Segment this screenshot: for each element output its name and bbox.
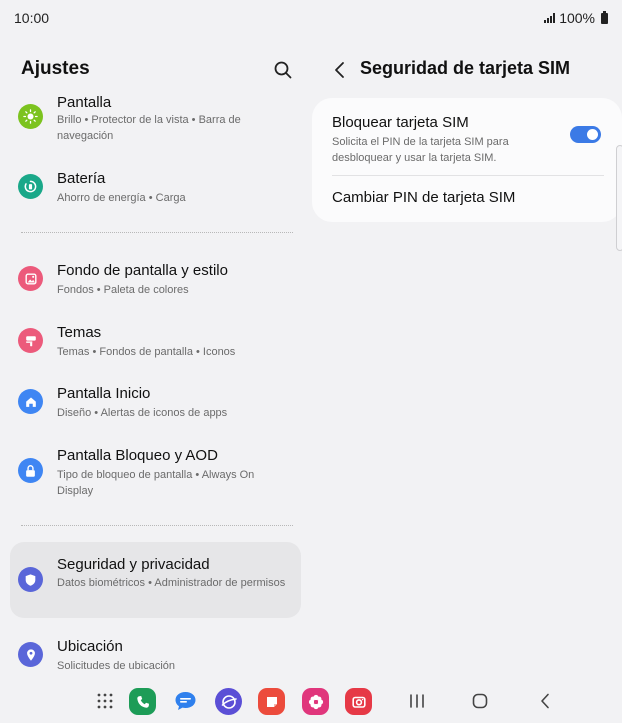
notes-app-icon[interactable] [258,688,285,715]
camera-app-icon[interactable] [345,688,372,715]
settings-item-title: Seguridad y privacidad [57,556,210,573]
settings-item-subtitle: Brillo • Protector de la vista • Barra d… [57,114,241,142]
settings-item-subtitle: Solicitudes de ubicación [57,660,176,672]
recents-icon [410,694,424,708]
settings-item-title: Pantalla Inicio [57,385,151,402]
gallery-app-icon[interactable] [302,688,329,715]
section-divider [21,525,293,526]
sun-icon [18,104,43,129]
internet-app-icon[interactable] [215,688,242,715]
settings-item-home-screen[interactable]: Pantalla Inicio Diseño • Alertas de icon… [10,379,301,423]
page-title: Seguridad de tarjeta SIM [360,58,571,78]
lock-icon [18,458,43,483]
home-icon [18,389,43,414]
battery-percentage: 100% [559,10,595,26]
battery-status-icon [601,10,608,24]
settings-item-battery[interactable]: Batería Ahorro de energía • Carga [10,164,301,208]
location-icon [18,642,43,667]
lock-sim-description: Solicita el PIN de la tarjeta SIM para d… [332,136,509,164]
section-divider [21,232,293,233]
settings-item-title: Batería [57,170,106,187]
settings-item-display[interactable]: Pantalla Brillo • Protector de la vista … [10,92,301,152]
messages-app-icon[interactable] [172,688,199,715]
recent-apps-button[interactable] [406,691,428,711]
sim-security-pane: Seguridad de tarjeta SIM Bloquear tarjet… [312,36,622,676]
status-indicators: 100% [544,10,608,26]
settings-item-title: Pantalla [57,94,112,111]
edge-panel-handle[interactable] [616,145,622,251]
shield-icon [18,567,43,592]
app-drawer-button[interactable] [96,692,114,710]
settings-item-location[interactable]: Ubicación Solicitudes de ubicación [10,632,301,676]
status-bar: 10:00 100% [0,0,622,36]
lock-sim-toggle[interactable] [570,126,601,143]
nav-back-button[interactable] [534,691,556,711]
search-button[interactable] [270,57,296,83]
settings-item-subtitle: Temas • Fondos de pantalla • Iconos [57,346,236,358]
brush-icon [18,328,43,353]
sim-settings-card: Bloquear tarjeta SIM Solicita el PIN de … [312,98,622,222]
settings-item-title: Ubicación [57,638,123,655]
taskbar [0,680,622,723]
search-icon [274,61,292,79]
status-time: 10:00 [14,10,50,26]
back-nav-icon [541,693,549,709]
home-button[interactable] [469,691,491,711]
settings-item-title: Temas [57,324,102,341]
settings-list-pane: Ajustes Pantalla Brillo • Protector de l… [0,36,312,676]
settings-item-subtitle: Datos biométricos • Administrador de per… [57,577,286,589]
settings-item-themes[interactable]: Temas Temas • Fondos de pantalla • Icono… [10,318,301,362]
wallpaper-icon [18,266,43,291]
home-nav-icon [472,693,488,709]
settings-item-wallpaper[interactable]: Fondo de pantalla y estilo Fondos • Pale… [10,256,301,300]
phone-app-icon[interactable] [129,688,156,715]
settings-item-title: Pantalla Bloqueo y AOD [57,447,218,464]
settings-item-subtitle: Ahorro de energía • Carga [57,192,186,204]
signal-icon [544,13,556,23]
settings-item-subtitle: Diseño • Alertas de iconos de apps [57,407,228,419]
settings-title: Ajustes [21,58,90,79]
change-sim-pin-title: Cambiar PIN de tarjeta SIM [332,189,516,206]
back-button[interactable] [328,58,352,82]
settings-item-subtitle: Fondos • Paleta de colores [57,284,189,296]
settings-item-security-privacy[interactable]: Seguridad y privacidad Datos biométricos… [10,542,301,618]
lock-sim-title: Bloquear tarjeta SIM [332,114,469,131]
settings-item-title: Fondo de pantalla y estilo [57,262,228,279]
settings-item-lock-screen[interactable]: Pantalla Bloqueo y AOD Tipo de bloqueo d… [10,441,301,501]
change-sim-pin-row[interactable]: Cambiar PIN de tarjeta SIM [312,176,622,222]
battery-icon [18,174,43,199]
toggle-knob [587,129,598,140]
chevron-left-icon [335,62,344,78]
apps-grid-icon [97,693,113,709]
settings-item-subtitle: Tipo de bloqueo de pantalla • Always On … [57,469,255,497]
